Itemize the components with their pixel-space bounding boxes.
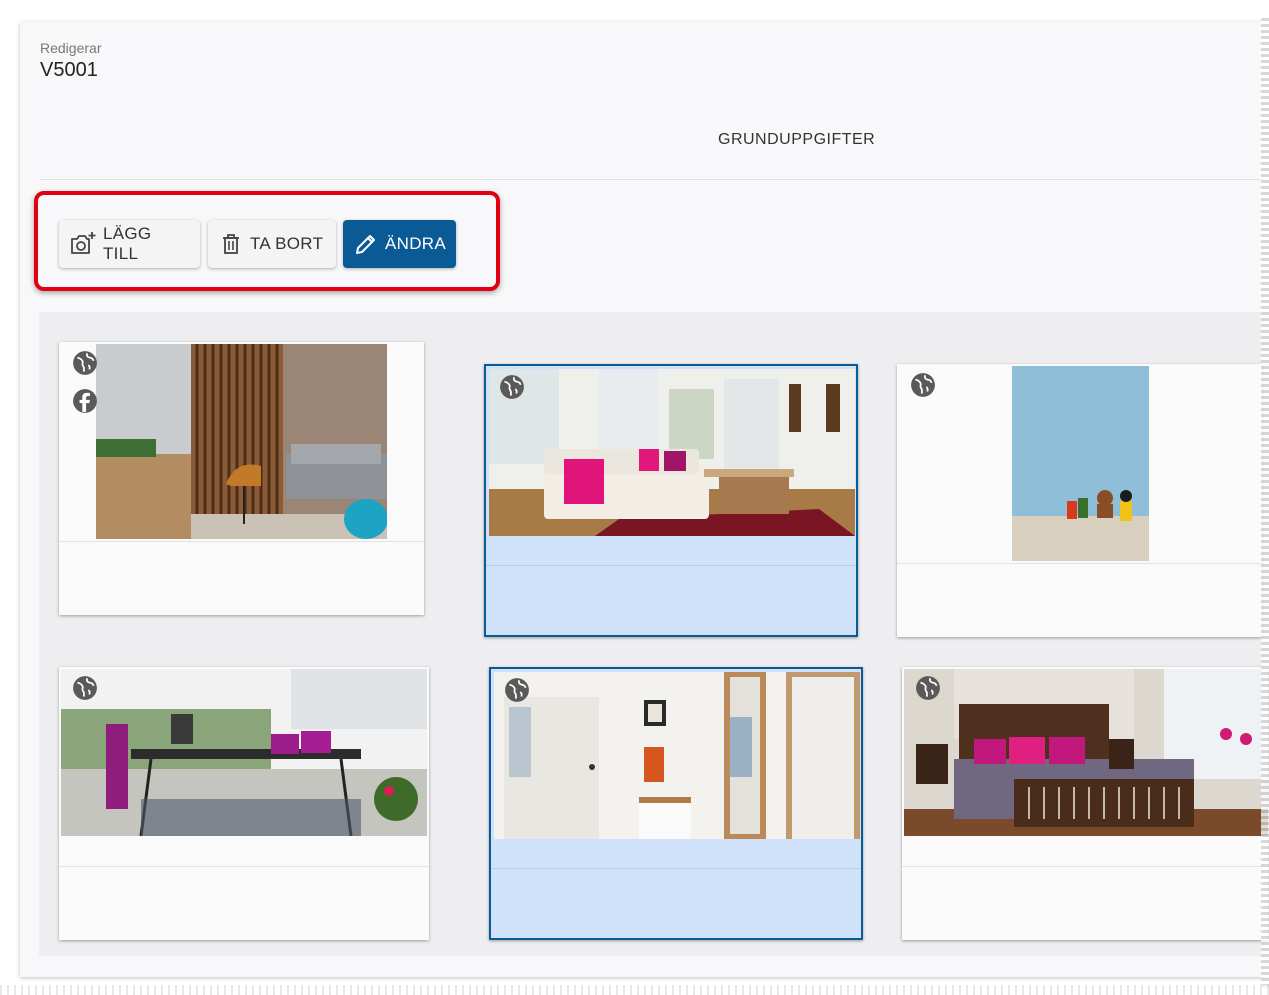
torn-edge-bottom: [0, 985, 1269, 995]
image-card-selected[interactable]: [484, 364, 858, 637]
image-card-selected[interactable]: [489, 667, 863, 940]
image-card[interactable]: [59, 342, 424, 615]
card-separator: [491, 868, 861, 869]
globe-icon: [911, 373, 935, 397]
card-separator: [486, 565, 856, 566]
torn-edge-right: [1261, 18, 1269, 988]
photo-hallway: [494, 672, 860, 839]
card-separator: [902, 866, 1268, 867]
section-title[interactable]: GRUNDUPPGIFTER: [718, 131, 875, 149]
divider: [40, 179, 1269, 180]
card-separator: [59, 866, 429, 867]
facebook-icon: [73, 389, 97, 413]
card-separator: [59, 541, 424, 542]
photo-balcony: [61, 669, 427, 836]
card-separator: [897, 563, 1262, 564]
record-id: V5001: [40, 59, 98, 81]
image-card[interactable]: [897, 364, 1262, 637]
edit-panel: Redigerar V5001 GRUNDUPPGIFTER LÄGG TILL…: [20, 22, 1269, 977]
globe-icon: [505, 678, 529, 702]
globe-icon: [73, 351, 97, 375]
editing-label: Redigerar: [40, 40, 102, 56]
annotation-highlight: [34, 191, 500, 291]
globe-icon: [916, 676, 940, 700]
image-gallery: [39, 312, 1269, 956]
photo-office-lounge: [96, 344, 387, 539]
globe-icon: [500, 375, 524, 399]
photo-bedroom: [904, 669, 1268, 836]
image-card[interactable]: [902, 667, 1268, 940]
image-card[interactable]: [59, 667, 429, 940]
photo-living-room: [489, 369, 855, 536]
globe-icon: [73, 676, 97, 700]
photo-blue-room: [1012, 366, 1149, 561]
